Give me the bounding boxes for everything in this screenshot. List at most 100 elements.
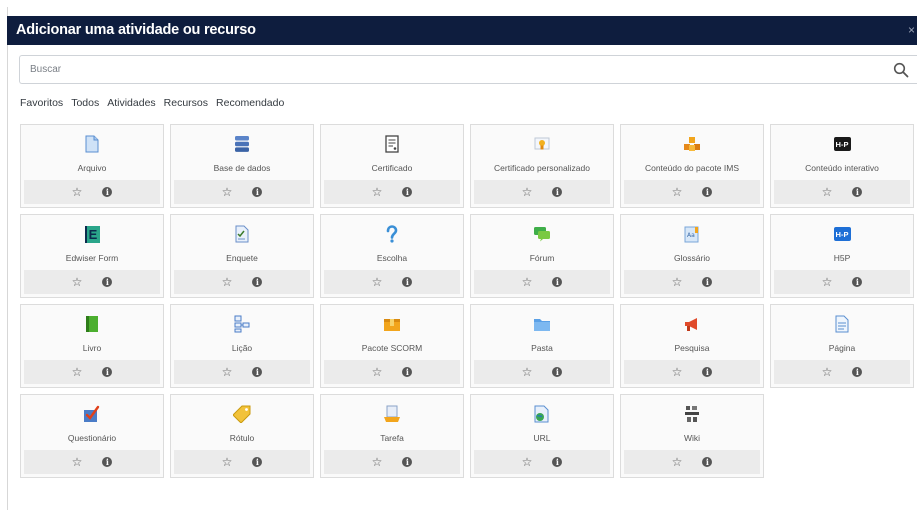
- quiz-icon: [83, 405, 101, 423]
- star-favorite-icon[interactable]: ☆: [372, 276, 383, 288]
- info-icon[interactable]: i: [702, 457, 713, 467]
- info-icon[interactable]: i: [552, 367, 563, 377]
- forum-icon: [533, 225, 551, 243]
- label-tag-icon: [233, 405, 251, 423]
- activity-card-footer: ☆ i: [774, 360, 910, 384]
- activity-card[interactable]: Pesquisa ☆ i: [620, 304, 764, 388]
- activity-card[interactable]: URL ☆ i: [470, 394, 614, 478]
- activity-label: Certificado personalizado: [494, 163, 590, 173]
- activity-label: Tarefa: [380, 433, 404, 443]
- activity-card[interactable]: Base de dados ☆ i: [170, 124, 314, 208]
- star-favorite-icon[interactable]: ☆: [822, 366, 833, 378]
- activity-card-footer: ☆ i: [324, 180, 460, 204]
- star-favorite-icon[interactable]: ☆: [672, 366, 683, 378]
- lesson-icon: [233, 315, 251, 333]
- close-button[interactable]: ×: [908, 23, 915, 37]
- star-favorite-icon[interactable]: ☆: [522, 456, 533, 468]
- star-favorite-icon[interactable]: ☆: [672, 186, 683, 198]
- info-icon[interactable]: i: [552, 457, 563, 467]
- info-icon[interactable]: i: [702, 277, 713, 287]
- info-icon[interactable]: i: [102, 457, 113, 467]
- star-favorite-icon[interactable]: ☆: [522, 366, 533, 378]
- activity-card[interactable]: Rótulo ☆ i: [170, 394, 314, 478]
- star-favorite-icon[interactable]: ☆: [522, 186, 533, 198]
- activity-label: Pacote SCORM: [361, 343, 423, 353]
- activity-label: Conteúdo interativo: [805, 163, 879, 173]
- star-favorite-icon[interactable]: ☆: [372, 366, 383, 378]
- info-icon[interactable]: i: [402, 187, 413, 197]
- tab-atividades[interactable]: Atividades: [107, 97, 155, 109]
- activity-card-footer: ☆ i: [624, 270, 760, 294]
- book-icon: [83, 315, 101, 333]
- activity-label: Rótulo: [229, 433, 255, 443]
- activity-card[interactable]: H-P Conteúdo interativo ☆ i: [770, 124, 914, 208]
- star-favorite-icon[interactable]: ☆: [72, 456, 83, 468]
- activity-card[interactable]: Página ☆ i: [770, 304, 914, 388]
- activity-card[interactable]: H-P H5P ☆ i: [770, 214, 914, 298]
- info-icon[interactable]: i: [552, 187, 563, 197]
- activity-card-footer: ☆ i: [24, 450, 160, 474]
- info-icon[interactable]: i: [102, 187, 113, 197]
- activity-card[interactable]: Pacote SCORM ☆ i: [320, 304, 464, 388]
- tab-recomendado[interactable]: Recomendado: [216, 97, 284, 109]
- star-favorite-icon[interactable]: ☆: [72, 366, 83, 378]
- svg-text:Aa: Aa: [687, 232, 695, 239]
- star-favorite-icon[interactable]: ☆: [222, 186, 233, 198]
- info-icon[interactable]: i: [252, 277, 263, 287]
- activity-card[interactable]: Questionário ☆ i: [20, 394, 164, 478]
- activity-card[interactable]: Livro ☆ i: [20, 304, 164, 388]
- star-favorite-icon[interactable]: ☆: [222, 276, 233, 288]
- info-icon[interactable]: i: [852, 277, 863, 287]
- info-icon[interactable]: i: [252, 457, 263, 467]
- info-icon[interactable]: i: [702, 367, 713, 377]
- activity-card[interactable]: Conteúdo do pacote IMS ☆ i: [620, 124, 764, 208]
- activity-card[interactable]: Enquete ☆ i: [170, 214, 314, 298]
- tab-favoritos[interactable]: Favoritos: [20, 97, 63, 109]
- info-icon[interactable]: i: [702, 187, 713, 197]
- tab-recursos[interactable]: Recursos: [164, 97, 208, 109]
- activity-card[interactable]: Arquivo ☆ i: [20, 124, 164, 208]
- activity-card[interactable]: Escolha ☆ i: [320, 214, 464, 298]
- tab-todos[interactable]: Todos: [71, 97, 99, 109]
- info-icon[interactable]: i: [552, 277, 563, 287]
- star-favorite-icon[interactable]: ☆: [522, 276, 533, 288]
- info-icon[interactable]: i: [402, 457, 413, 467]
- activity-card[interactable]: Aa Glossário ☆ i: [620, 214, 764, 298]
- activity-card-footer: ☆ i: [24, 270, 160, 294]
- star-favorite-icon[interactable]: ☆: [72, 186, 83, 198]
- star-favorite-icon[interactable]: ☆: [822, 276, 833, 288]
- info-icon[interactable]: i: [402, 277, 413, 287]
- activity-card[interactable]: Fórum ☆ i: [470, 214, 614, 298]
- info-icon[interactable]: i: [252, 187, 263, 197]
- activity-label: URL: [533, 433, 551, 443]
- activity-card[interactable]: Wiki ☆ i: [620, 394, 764, 478]
- activity-card[interactable]: Pasta ☆ i: [470, 304, 614, 388]
- star-favorite-icon[interactable]: ☆: [672, 276, 683, 288]
- star-favorite-icon[interactable]: ☆: [372, 456, 383, 468]
- star-favorite-icon[interactable]: ☆: [372, 186, 383, 198]
- activity-card[interactable]: Tarefa ☆ i: [320, 394, 464, 478]
- modal-header: Adicionar uma atividade ou recurso ×: [7, 16, 917, 45]
- info-icon[interactable]: i: [102, 367, 113, 377]
- star-favorite-icon[interactable]: ☆: [822, 186, 833, 198]
- info-icon[interactable]: i: [102, 277, 113, 287]
- activity-card[interactable]: E Edwiser Form ☆ i: [20, 214, 164, 298]
- info-icon[interactable]: i: [852, 187, 863, 197]
- activity-label: Lição: [231, 343, 253, 353]
- activity-card-footer: ☆ i: [624, 450, 760, 474]
- database-icon: [233, 135, 251, 153]
- activity-card[interactable]: Lição ☆ i: [170, 304, 314, 388]
- info-icon[interactable]: i: [252, 367, 263, 377]
- info-icon[interactable]: i: [852, 367, 863, 377]
- search-input[interactable]: [20, 56, 890, 83]
- star-favorite-icon[interactable]: ☆: [222, 366, 233, 378]
- search-icon[interactable]: [893, 62, 909, 78]
- star-favorite-icon[interactable]: ☆: [72, 276, 83, 288]
- info-icon[interactable]: i: [402, 367, 413, 377]
- activity-card[interactable]: Certificado ☆ i: [320, 124, 464, 208]
- activity-label: Wiki: [683, 433, 701, 443]
- activity-card[interactable]: Certificado personalizado ☆ i: [470, 124, 614, 208]
- star-favorite-icon[interactable]: ☆: [222, 456, 233, 468]
- star-favorite-icon[interactable]: ☆: [672, 456, 683, 468]
- activity-card-footer: ☆ i: [324, 450, 460, 474]
